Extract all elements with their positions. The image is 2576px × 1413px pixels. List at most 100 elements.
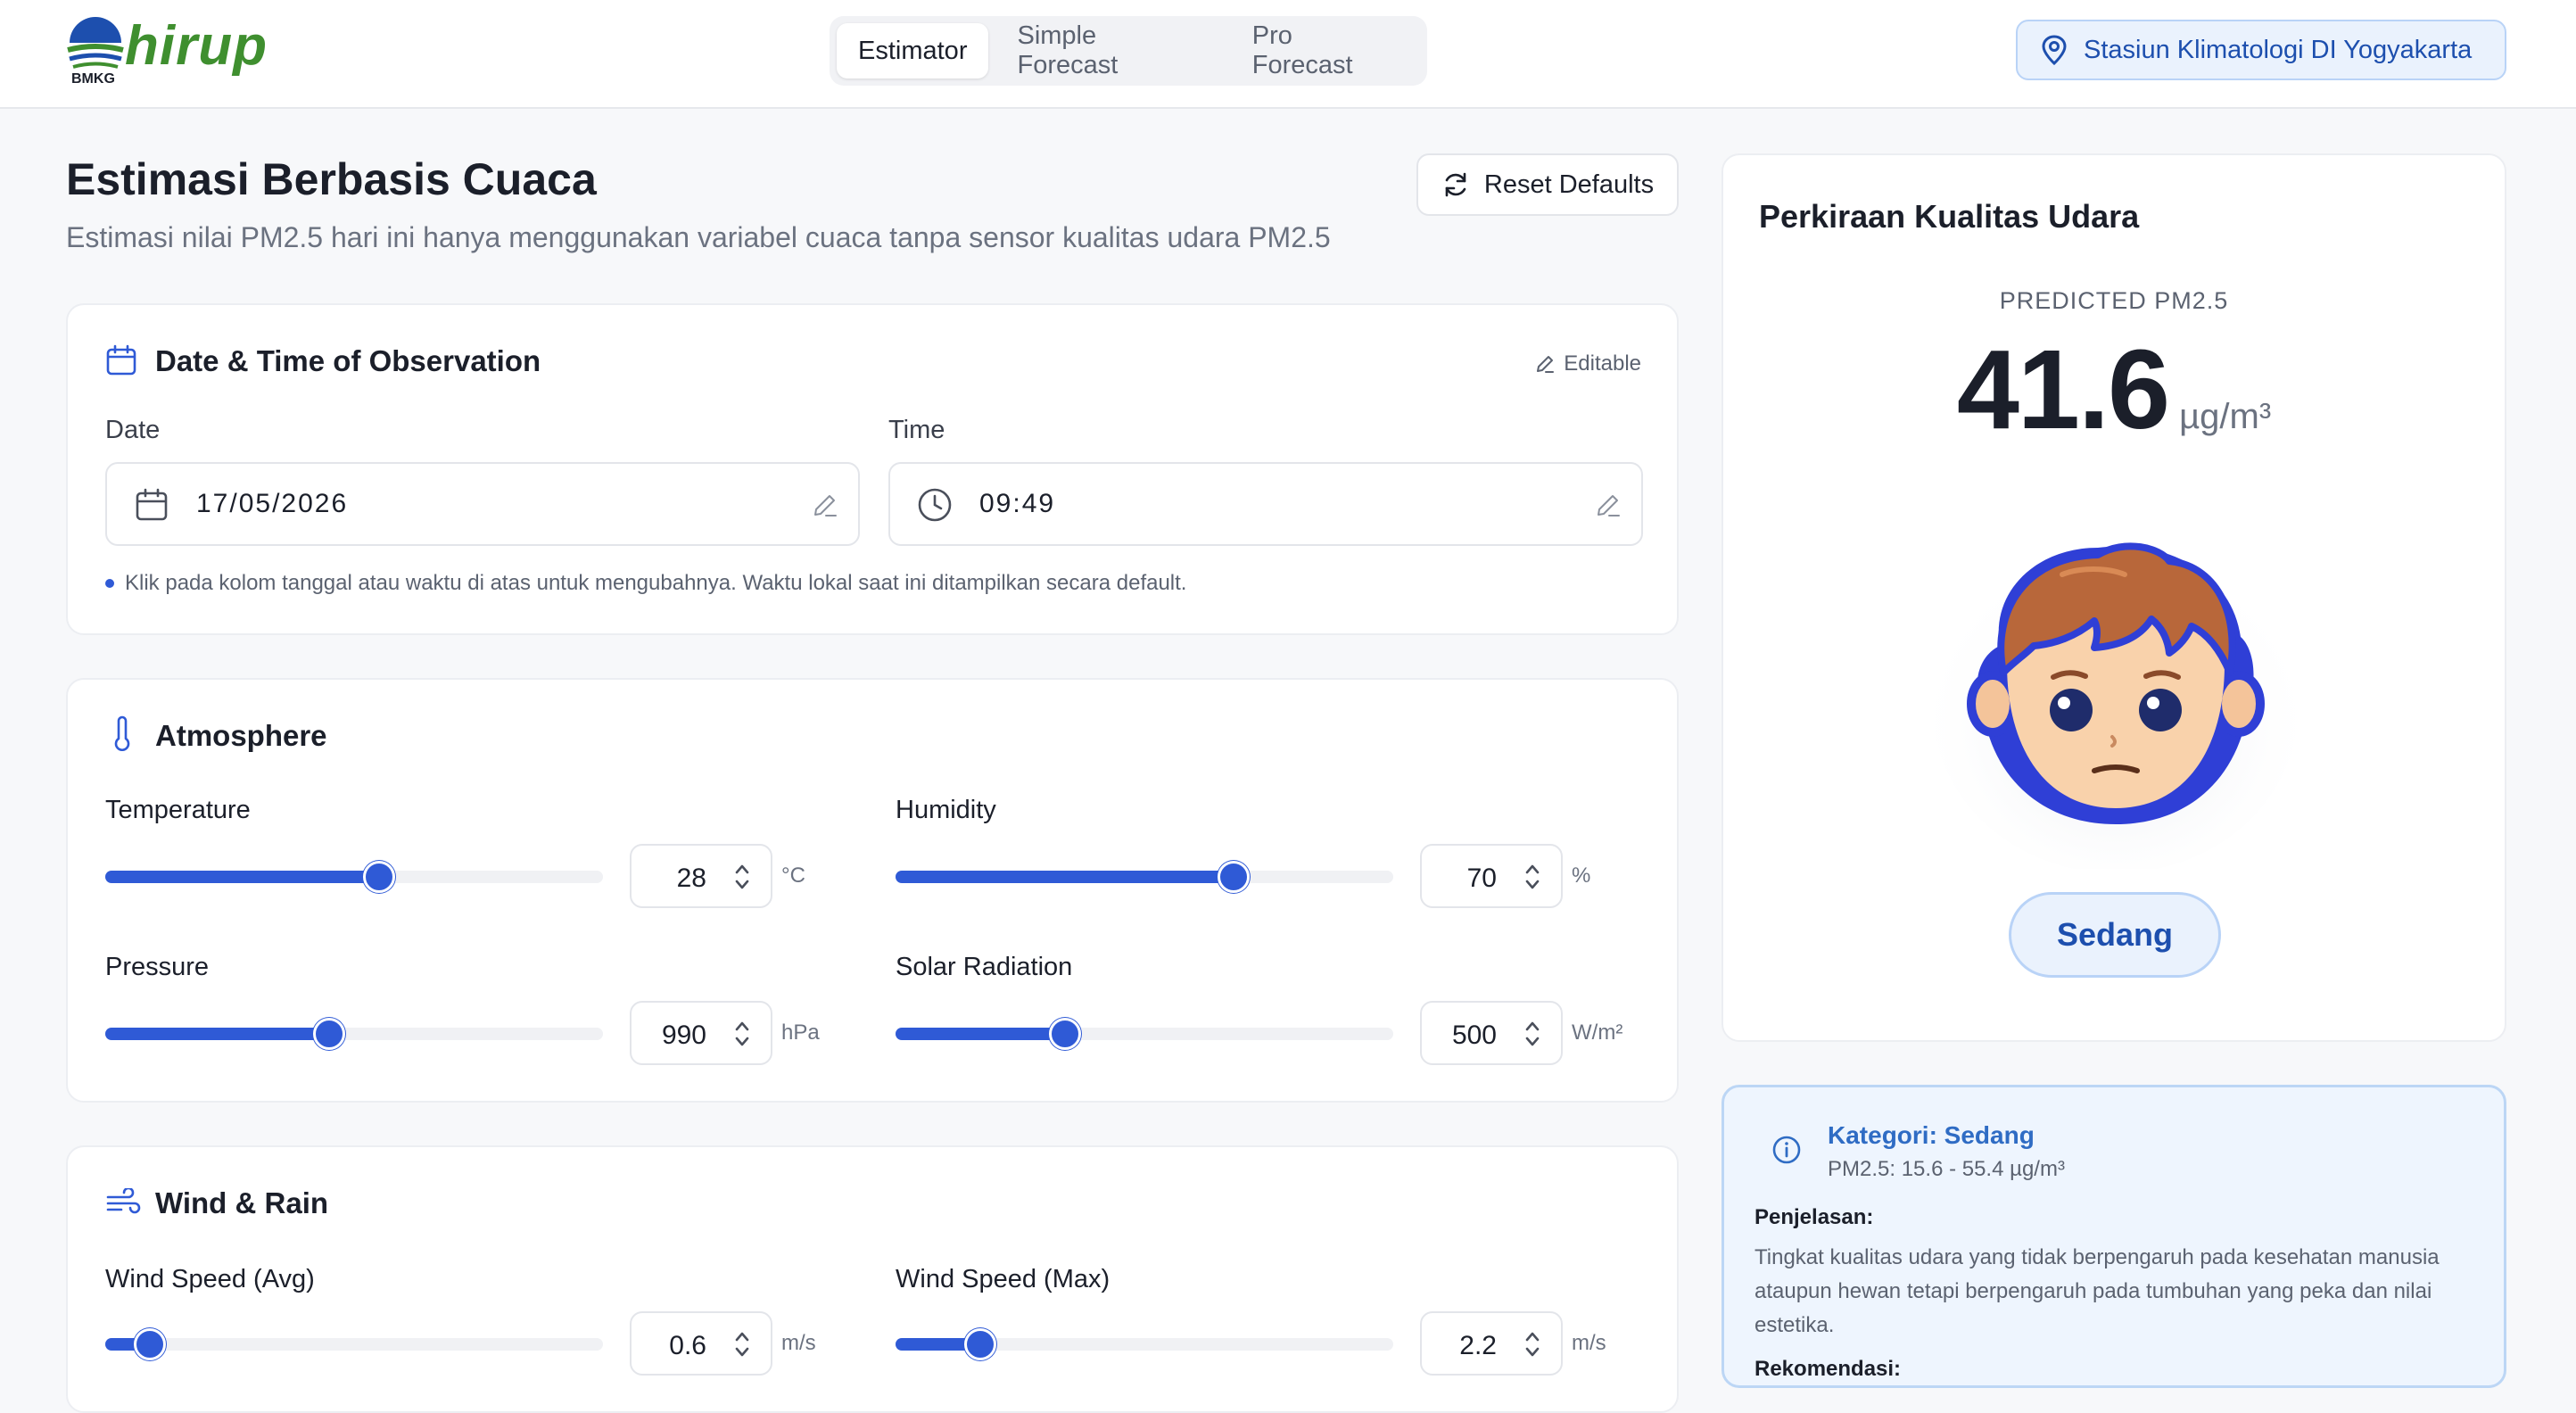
solar-radiation-value: 500 bbox=[1451, 1020, 1497, 1050]
station-name: Stasiun Klimatologi DI Yogyakarta bbox=[2084, 35, 2473, 64]
slider-fill bbox=[896, 871, 1234, 883]
pencil-icon bbox=[1537, 356, 1555, 373]
neutral-face-icon bbox=[1933, 542, 2299, 869]
date-input[interactable]: 17/05/2026 bbox=[105, 462, 860, 546]
mode-tabs: Estimator Simple Forecast Pro Forecast bbox=[830, 16, 1427, 86]
recommendation-heading: Rekomendasi: bbox=[1754, 1357, 1902, 1381]
thermometer-icon bbox=[114, 715, 130, 751]
explanation-text: Tingkat kualitas udara yang tidak berpen… bbox=[1754, 1245, 2440, 1337]
temperature-input[interactable]: 28 bbox=[630, 844, 772, 908]
category-info-title: Kategori: Sedang bbox=[1828, 1121, 2035, 1149]
humidity-unit: % bbox=[1572, 864, 1591, 888]
wind-speed-max-slider[interactable] bbox=[896, 1328, 1393, 1360]
top-header: hirup BMKG Estimator Simple Forecast Pro… bbox=[0, 0, 2576, 109]
slider-handle[interactable] bbox=[1048, 1018, 1081, 1050]
humidity-input[interactable]: 70 bbox=[1420, 844, 1563, 908]
explanation-heading: Penjelasan: bbox=[1754, 1205, 1874, 1229]
stepper-icon[interactable] bbox=[733, 1327, 751, 1361]
category-badge: Sedang bbox=[2009, 892, 2221, 978]
logo-wordmark: hirup bbox=[125, 15, 268, 77]
pressure-unit: hPa bbox=[781, 1020, 820, 1045]
temperature-slider[interactable] bbox=[105, 861, 603, 893]
slider-handle[interactable] bbox=[134, 1328, 167, 1360]
datetime-title: Date & Time of Observation bbox=[155, 344, 541, 377]
editable-indicator: Editable bbox=[1535, 351, 1641, 376]
wind-icon bbox=[106, 1188, 141, 1214]
prediction-value: 41.6 bbox=[1956, 326, 2170, 452]
stepper-icon[interactable] bbox=[733, 1017, 751, 1051]
hint-text: Klik pada kolom tanggal atau waktu di at… bbox=[125, 571, 1187, 595]
stepper-icon[interactable] bbox=[1523, 1327, 1541, 1361]
temperature-label: Temperature bbox=[105, 796, 251, 824]
wind-speed-avg-input[interactable]: 0.6 bbox=[630, 1311, 772, 1376]
pressure-value: 990 bbox=[661, 1020, 706, 1050]
pressure-input[interactable]: 990 bbox=[630, 1001, 772, 1065]
tab-simple-forecast[interactable]: Simple Forecast bbox=[995, 21, 1223, 79]
category-info-range: PM2.5: 15.6 - 55.4 µg/m³ bbox=[1828, 1157, 2065, 1181]
humidity-value: 70 bbox=[1466, 864, 1497, 893]
wind-speed-avg-slider[interactable] bbox=[105, 1328, 603, 1360]
calendar-icon bbox=[136, 488, 168, 521]
pencil-icon bbox=[1598, 495, 1620, 516]
reset-defaults-button[interactable]: Reset Defaults bbox=[1416, 153, 1679, 216]
temperature-value: 28 bbox=[676, 864, 706, 893]
atmosphere-card: Atmosphere Temperature 28 °C Humidity 70… bbox=[66, 678, 1679, 1103]
tab-pro-forecast[interactable]: Pro Forecast bbox=[1231, 21, 1420, 79]
wind-speed-max-input[interactable]: 2.2 bbox=[1420, 1311, 1563, 1376]
solar-radiation-slider[interactable] bbox=[896, 1018, 1393, 1050]
bullet-dot bbox=[105, 579, 114, 588]
calendar-icon bbox=[106, 344, 136, 376]
prediction-title: Perkiraan Kualitas Udara bbox=[1759, 198, 2140, 235]
info-icon bbox=[1772, 1136, 1801, 1164]
editable-label: Editable bbox=[1564, 351, 1641, 376]
datetime-card: Date & Time of Observation Editable Date… bbox=[66, 303, 1679, 635]
slider-handle[interactable] bbox=[362, 861, 395, 893]
wind-speed-max-unit: m/s bbox=[1572, 1331, 1606, 1355]
wind-rain-title: Wind & Rain bbox=[155, 1186, 329, 1219]
stepper-icon[interactable] bbox=[733, 860, 751, 894]
wind-speed-max-label: Wind Speed (Max) bbox=[896, 1265, 1110, 1293]
slider-handle[interactable] bbox=[963, 1328, 996, 1360]
hirup-logo[interactable]: hirup BMKG bbox=[64, 15, 267, 91]
time-input[interactable]: 09:49 bbox=[888, 462, 1643, 546]
page-title: Estimasi Berbasis Cuaca bbox=[66, 154, 597, 204]
wind-speed-avg-label: Wind Speed (Avg) bbox=[105, 1265, 315, 1293]
solar-radiation-label: Solar Radiation bbox=[896, 953, 1073, 981]
prediction-label: PREDICTED PM2.5 bbox=[1999, 287, 2229, 314]
wind-speed-avg-value: 0.6 bbox=[669, 1331, 706, 1360]
pressure-slider[interactable] bbox=[105, 1018, 603, 1050]
logo-subtext: BMKG bbox=[71, 71, 115, 87]
datetime-hint: Klik pada kolom tanggal atau waktu di at… bbox=[105, 571, 1186, 596]
category-info-card: Kategori: Sedang PM2.5: 15.6 - 55.4 µg/m… bbox=[1721, 1085, 2506, 1388]
prediction-unit: µg/m³ bbox=[2179, 397, 2272, 436]
solar-radiation-input[interactable]: 500 bbox=[1420, 1001, 1563, 1065]
time-value: 09:49 bbox=[979, 489, 1056, 518]
stepper-icon[interactable] bbox=[1523, 1017, 1541, 1051]
slider-fill bbox=[105, 871, 379, 883]
stepper-icon[interactable] bbox=[1523, 860, 1541, 894]
solar-radiation-unit: W/m² bbox=[1572, 1020, 1623, 1045]
humidity-slider[interactable] bbox=[896, 861, 1393, 893]
slider-handle[interactable] bbox=[313, 1018, 346, 1050]
date-label: Date bbox=[105, 416, 161, 444]
wind-rain-card: Wind & Rain Wind Speed (Avg) 0.6 m/s Win… bbox=[66, 1145, 1679, 1413]
reset-defaults-label: Reset Defaults bbox=[1483, 169, 1655, 199]
tab-estimator[interactable]: Estimator bbox=[837, 23, 989, 78]
wind-speed-max-value: 2.2 bbox=[1459, 1331, 1497, 1360]
slider-fill bbox=[896, 1028, 1065, 1040]
date-value: 17/05/2026 bbox=[196, 489, 349, 518]
station-selector[interactable]: Stasiun Klimatologi DI Yogyakarta bbox=[2016, 20, 2506, 80]
page-subtitle: Estimasi nilai PM2.5 hari ini hanya meng… bbox=[66, 221, 1331, 253]
clock-icon bbox=[918, 488, 952, 522]
atmosphere-title: Atmosphere bbox=[155, 719, 327, 752]
slider-fill bbox=[105, 1028, 330, 1040]
time-label: Time bbox=[888, 416, 945, 444]
temperature-unit: °C bbox=[781, 864, 805, 888]
refresh-icon bbox=[1445, 172, 1466, 197]
prediction-card: Perkiraan Kualitas Udara PREDICTED PM2.5… bbox=[1721, 153, 2506, 1042]
prediction-readout: 41.6 µg/m³ bbox=[1723, 325, 2505, 454]
slider-handle[interactable] bbox=[1218, 861, 1251, 893]
humidity-label: Humidity bbox=[896, 796, 996, 824]
pencil-icon bbox=[814, 495, 837, 516]
pressure-label: Pressure bbox=[105, 953, 210, 981]
